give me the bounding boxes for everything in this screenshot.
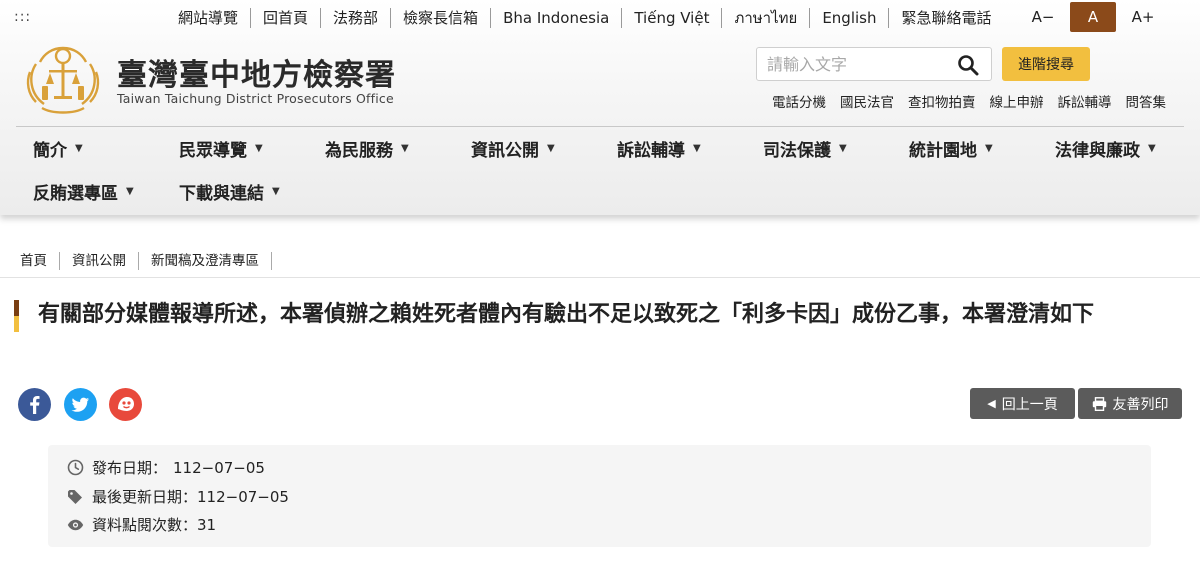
breadcrumb-info-disclosure[interactable]: 資訊公開 [60, 252, 139, 270]
updated-date-value: 112−07−05 [197, 487, 289, 506]
caret-down-icon: ▼ [255, 143, 263, 154]
facebook-icon [30, 396, 40, 414]
top-link-sitemap[interactable]: 網站導覽 [166, 8, 252, 28]
font-size-medium-button[interactable]: A [1070, 2, 1116, 32]
views-value: 31 [197, 515, 217, 534]
page-title: 有關部分媒體報導所述，本署偵辦之賴姓死者體內有驗出不足以致死之「利多卡因」成份乙… [38, 302, 1095, 327]
nav-item-label: 簡介 [33, 141, 67, 161]
nav-item-label: 資訊公開 [471, 141, 539, 161]
nav-item-judicial-protection[interactable]: 司法保護 ▼ [746, 136, 892, 161]
breadcrumb-divider [0, 277, 1200, 278]
nav-item-law-integrity[interactable]: 法律與廉政 ▼ [1038, 136, 1184, 161]
caret-down-icon: ▼ [547, 143, 555, 154]
quick-link-faq[interactable]: 問答集 [1126, 91, 1167, 111]
publish-date-row: 發布日期： 112−07−05 [66, 457, 265, 478]
nav-item-services[interactable]: 為民服務 ▼ [308, 136, 454, 161]
search-box [756, 47, 992, 81]
plurk-icon [118, 397, 134, 411]
twitter-share-button[interactable] [64, 388, 97, 421]
triangle-left-icon: ◀ [987, 397, 996, 410]
top-link-home[interactable]: 回首頁 [251, 8, 322, 28]
caret-down-icon: ▼ [1148, 143, 1156, 154]
nav-item-label: 反賄選專區 [33, 184, 118, 204]
top-link-english[interactable]: English [810, 8, 890, 28]
updated-date-row: 最後更新日期： 112−07−05 [66, 486, 289, 507]
print-button-label: 友善列印 [1112, 396, 1169, 413]
breadcrumb-home[interactable]: 首頁 [8, 252, 60, 270]
nav-item-litigation[interactable]: 訴訟輔導 ▼ [600, 136, 746, 161]
nav-item-label: 下載與連結 [179, 184, 264, 204]
nav-item-info-disclosure[interactable]: 資訊公開 ▼ [454, 136, 600, 161]
nav-item-label: 為民服務 [325, 141, 393, 161]
back-button-label: 回上一頁 [1001, 396, 1058, 413]
caret-down-icon: ▼ [272, 186, 280, 197]
nav-item-downloads[interactable]: 下載與連結 ▼ [162, 179, 308, 204]
caret-down-icon: ▼ [75, 143, 83, 154]
caret-down-icon: ▼ [693, 143, 701, 154]
font-size-large-button[interactable]: A+ [1120, 2, 1166, 32]
top-link-thai[interactable]: ภาษาไทย [722, 8, 811, 28]
nav-item-label: 司法保護 [763, 141, 831, 161]
printer-icon [1092, 396, 1106, 411]
quick-link-online-apply[interactable]: 線上申辦 [990, 91, 1044, 111]
facebook-share-button[interactable] [18, 388, 51, 421]
nav-item-statistics[interactable]: 統計園地 ▼ [892, 136, 1038, 161]
quick-link-litigation-help[interactable]: 訴訟輔導 [1058, 91, 1112, 111]
quick-link-auction[interactable]: 查扣物拍賣 [908, 91, 976, 111]
publish-date-label: 發布日期： [92, 459, 168, 477]
font-size-small-button[interactable]: A− [1020, 2, 1066, 32]
publish-date-value: 112−07−05 [173, 458, 265, 477]
top-link-mailbox[interactable]: 檢察長信箱 [391, 8, 492, 28]
views-label: 資料點閱次數： [92, 516, 198, 534]
updated-date-label: 最後更新日期： [92, 488, 198, 506]
top-link-moj[interactable]: 法務部 [321, 8, 392, 28]
twitter-icon [71, 397, 89, 412]
nav-item-label: 民眾導覽 [179, 141, 247, 161]
search-input[interactable] [757, 48, 947, 80]
quick-link-citizen-judges[interactable]: 國民法官 [840, 91, 894, 111]
title-accent-bar [14, 300, 19, 332]
top-link-emergency-phone[interactable]: 緊急聯絡電話 [889, 8, 1003, 28]
breadcrumb: 首頁 資訊公開 新聞稿及澄清專區 [8, 252, 272, 270]
access-key[interactable]: ::: [14, 9, 31, 25]
nav-item-anti-bribery[interactable]: 反賄選專區 ▼ [16, 179, 162, 204]
search-icon[interactable] [957, 54, 979, 76]
plurk-share-button[interactable] [109, 388, 142, 421]
caret-down-icon: ▼ [126, 186, 134, 197]
prosecutors-office-logo[interactable] [22, 42, 104, 118]
top-links: 網站導覽 回首頁 法務部 檢察長信箱 Bha Indonesia Tiếng V… [166, 8, 1004, 28]
back-button[interactable]: ◀ 回上一頁 [970, 388, 1075, 419]
caret-down-icon: ▼ [985, 143, 993, 154]
clock-icon [66, 459, 84, 477]
views-row: 資料點閱次數： 31 [66, 514, 216, 535]
nav-item-guide[interactable]: 民眾導覽 ▼ [162, 136, 308, 161]
advanced-search-button[interactable]: 進階搜尋 [1002, 47, 1090, 81]
top-link-vietnamese[interactable]: Tiếng Việt [622, 8, 723, 28]
main-nav: 簡介 ▼ 民眾導覽 ▼ 為民服務 ▼ 資訊公開 ▼ 訴訟輔導 ▼ 司法保護 ▼ 統計園地 ▼ … [16, 127, 1184, 213]
nav-item-label: 訴訟輔導 [617, 141, 685, 161]
nav-item-intro[interactable]: 簡介 ▼ [16, 136, 162, 161]
caret-down-icon: ▼ [839, 143, 847, 154]
print-button[interactable]: 友善列印 [1078, 388, 1182, 419]
site-name[interactable]: 臺灣臺中地方檢察署 [117, 50, 396, 94]
font-size-switcher: A− A A+ [1020, 2, 1166, 32]
eye-icon [66, 516, 84, 534]
tag-icon [66, 488, 84, 506]
breadcrumb-press-releases[interactable]: 新聞稿及澄清專區 [139, 252, 272, 270]
article-meta-box: 發布日期： 112−07−05 最後更新日期： 112−07−05 資料點閱次數… [48, 445, 1151, 547]
nav-item-label: 法律與廉政 [1055, 141, 1140, 161]
top-link-indonesian[interactable]: Bha Indonesia [491, 8, 623, 28]
nav-item-label: 統計園地 [909, 141, 977, 161]
quick-link-phone-ext[interactable]: 電話分機 [772, 91, 826, 111]
caret-down-icon: ▼ [401, 143, 409, 154]
site-name-english: Taiwan Taichung District Prosecutors Off… [117, 91, 394, 106]
quick-links: 電話分機 國民法官 查扣物拍賣 線上申辦 訴訟輔導 問答集 [758, 91, 1166, 111]
